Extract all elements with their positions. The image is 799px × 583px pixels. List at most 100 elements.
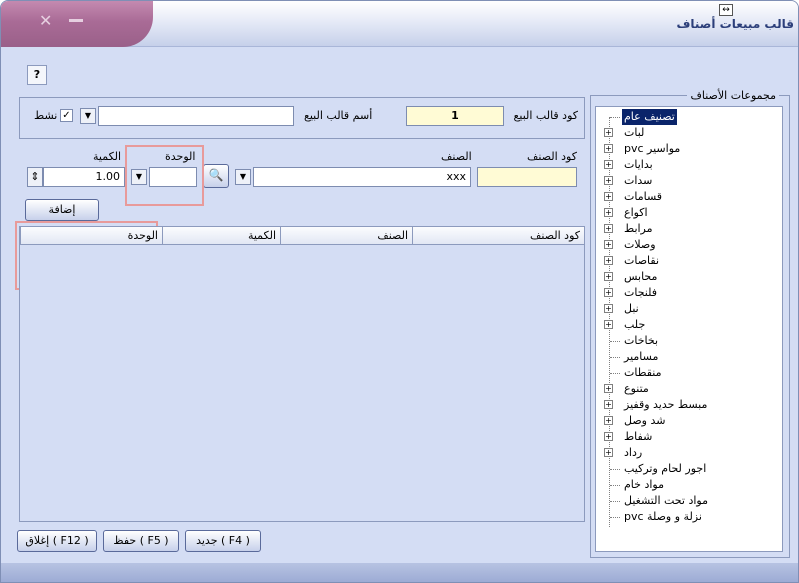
expand-icon[interactable]: + — [604, 320, 613, 329]
tree-item-label[interactable]: منقطات — [622, 365, 664, 381]
close-icon[interactable]: ✕ — [39, 11, 52, 30]
qty-input[interactable]: 1.00 — [43, 167, 125, 187]
tree-item[interactable]: تصنيف عام — [596, 109, 782, 125]
tree-item[interactable]: + بدايات — [596, 157, 782, 173]
expand-icon[interactable]: + — [604, 432, 613, 441]
expand-icon[interactable]: + — [604, 144, 613, 153]
minimize-icon[interactable] — [69, 19, 83, 22]
item-code-input[interactable] — [477, 167, 577, 187]
tree-item-label[interactable]: فلنجات — [622, 285, 659, 301]
column-header-item-code[interactable]: كود الصنف — [412, 227, 584, 245]
window-controls: ✕ — [1, 1, 153, 47]
tree-item[interactable]: + لبات — [596, 125, 782, 141]
title-bar[interactable]: ✕ ↔ قالب مبيعات أصناف — [1, 1, 798, 47]
tree-item-label[interactable]: متنوع — [622, 381, 651, 397]
save-button[interactable]: حفظ ( F5 ) — [103, 530, 179, 552]
tree-item-label[interactable]: مرابط — [622, 221, 655, 237]
tree-item[interactable]: + مبسط حديد وقفيز — [596, 397, 782, 413]
tree-connector — [610, 517, 620, 518]
expand-icon[interactable]: + — [604, 160, 613, 169]
tree-item[interactable]: + اكواع — [596, 205, 782, 221]
items-grid[interactable]: كود الصنف الصنف الكمية الوحدة — [19, 226, 585, 522]
tree-item[interactable]: بخاخات — [596, 333, 782, 349]
tree-item-label[interactable]: اجور لحام وتركيب — [622, 461, 708, 477]
chevron-down-icon[interactable]: ▼ — [80, 108, 96, 124]
close-button[interactable]: إغلاق ( F12 ) — [17, 530, 97, 552]
column-header-unit[interactable]: الوحدة — [20, 227, 162, 245]
tree-item[interactable]: مسامير — [596, 349, 782, 365]
expand-icon[interactable]: + — [604, 272, 613, 281]
tree-item-label[interactable]: تصنيف عام — [622, 109, 677, 125]
tree-item[interactable]: + جلب — [596, 317, 782, 333]
expand-icon[interactable]: + — [604, 384, 613, 393]
tree-item-label[interactable]: محابس — [622, 269, 659, 285]
tree-item[interactable]: منقطات — [596, 365, 782, 381]
template-name-field[interactable] — [98, 106, 294, 126]
expand-icon[interactable]: + — [604, 400, 613, 409]
tree-item-label[interactable]: سدات — [622, 173, 654, 189]
expand-icon[interactable]: + — [604, 304, 613, 313]
tree-item-label[interactable]: لبات — [622, 125, 646, 141]
qty-spinner[interactable]: ⇕ — [27, 167, 43, 187]
qty-label: الكمية — [93, 150, 122, 163]
tree-item[interactable]: + قسامات — [596, 189, 782, 205]
expand-icon[interactable]: + — [604, 128, 613, 137]
expand-icon[interactable]: + — [604, 240, 613, 249]
tree-item-label[interactable]: شفاط — [622, 429, 654, 445]
tree-item[interactable]: + مرابط — [596, 221, 782, 237]
expand-icon[interactable]: + — [604, 256, 613, 265]
tree-connector — [610, 373, 620, 374]
chevron-down-icon[interactable]: ▼ — [235, 169, 251, 185]
tree-item-label[interactable]: بخاخات — [622, 333, 660, 349]
column-header-qty[interactable]: الكمية — [162, 227, 280, 245]
column-header-item[interactable]: الصنف — [280, 227, 412, 245]
tree-item-label[interactable]: وصلات — [622, 237, 658, 253]
tree-item[interactable]: + نقاصات — [596, 253, 782, 269]
tree-item[interactable]: + فلنجات — [596, 285, 782, 301]
tree-item-label[interactable]: مبسط حديد وقفيز — [622, 397, 709, 413]
tree-item-label[interactable]: مسامير — [622, 349, 660, 365]
tree-item-label[interactable]: مواد خام — [622, 477, 666, 493]
tree-item[interactable]: + رداد — [596, 445, 782, 461]
tree-item-label[interactable]: رداد — [622, 445, 644, 461]
template-code-field[interactable]: 1 — [406, 106, 504, 126]
item-input[interactable]: xxx — [253, 167, 471, 187]
expand-icon[interactable]: + — [604, 224, 613, 233]
tree-item[interactable]: مواد تحت التشغيل — [596, 493, 782, 509]
tree-item[interactable]: مواد خام — [596, 477, 782, 493]
tree-item-label[interactable]: نزلة و وصلة pvc — [622, 509, 704, 525]
expand-icon[interactable]: + — [604, 192, 613, 201]
expand-icon[interactable]: + — [604, 416, 613, 425]
tree-item-label[interactable]: شد وصل — [622, 413, 667, 429]
resize-icon[interactable]: ↔ — [719, 4, 733, 16]
search-button[interactable]: 🔍 — [203, 164, 229, 188]
tree-item[interactable]: + محابس — [596, 269, 782, 285]
tree-item[interactable]: نزلة و وصلة pvc — [596, 509, 782, 525]
tree-item[interactable]: + شد وصل — [596, 413, 782, 429]
tree-item-label[interactable]: نقاصات — [622, 253, 661, 269]
tree-item-label[interactable]: قسامات — [622, 189, 664, 205]
tree-item[interactable]: اجور لحام وتركيب — [596, 461, 782, 477]
add-button[interactable]: إضافة — [25, 199, 99, 221]
tree-item-label[interactable]: بدايات — [622, 157, 655, 173]
tree-item[interactable]: + شفاط — [596, 429, 782, 445]
expand-icon[interactable]: + — [604, 448, 613, 457]
tree-item[interactable]: + مواسير pvc — [596, 141, 782, 157]
highlight-unit-field — [125, 145, 204, 206]
tree-item-label[interactable]: مواد تحت التشغيل — [622, 493, 710, 509]
tree-item[interactable]: + سدات — [596, 173, 782, 189]
expand-icon[interactable]: + — [604, 208, 613, 217]
tree-item-label[interactable]: جلب — [622, 317, 647, 333]
help-button[interactable]: ? — [27, 65, 47, 85]
tree-item-label[interactable]: اكواع — [622, 205, 650, 221]
expand-icon[interactable]: + — [604, 288, 613, 297]
tree-item[interactable]: + نبل — [596, 301, 782, 317]
active-checkbox[interactable]: ✓ — [60, 109, 73, 122]
item-groups-tree[interactable]: تصنيف عام + لبات + مواسير pvc + بدايات + سدات + قس… — [595, 106, 783, 552]
tree-item-label[interactable]: مواسير pvc — [622, 141, 682, 157]
expand-icon[interactable]: + — [604, 176, 613, 185]
tree-item[interactable]: + متنوع — [596, 381, 782, 397]
tree-item[interactable]: + وصلات — [596, 237, 782, 253]
new-button[interactable]: جديد ( F4 ) — [185, 530, 261, 552]
tree-item-label[interactable]: نبل — [622, 301, 641, 317]
